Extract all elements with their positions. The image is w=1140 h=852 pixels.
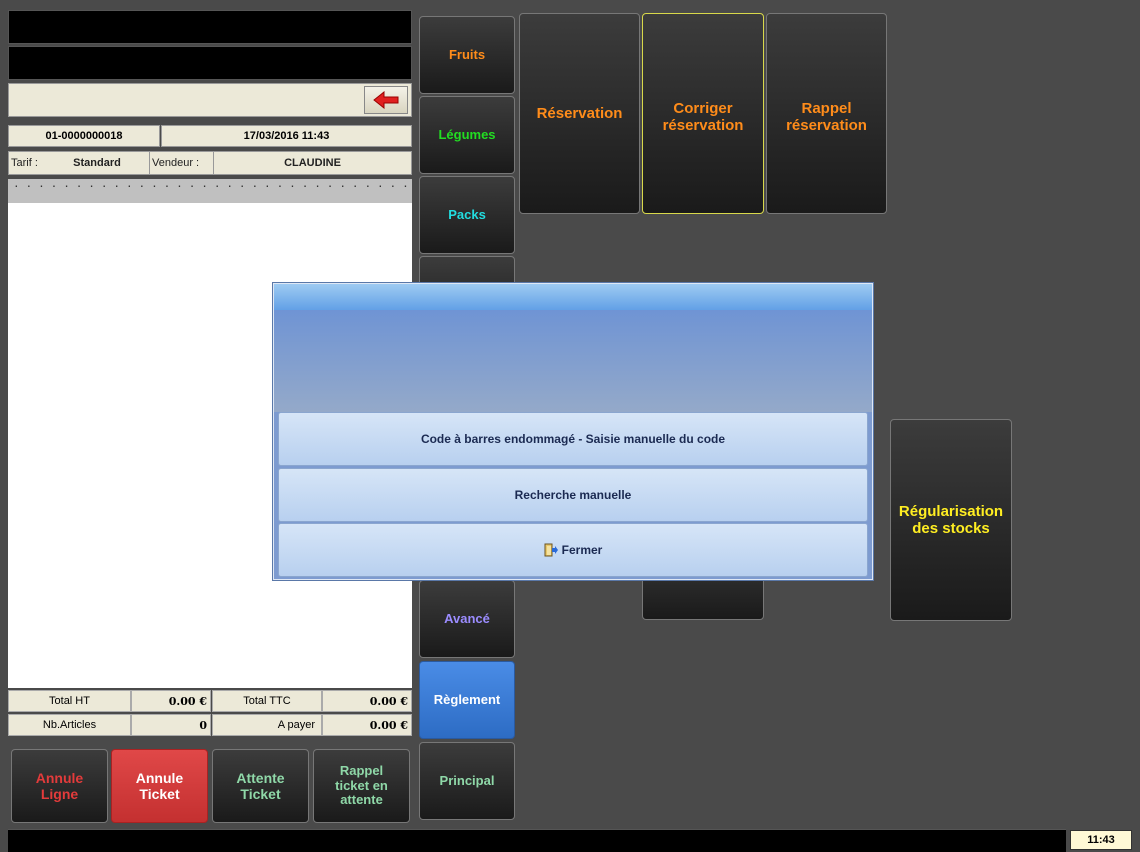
total-ht-label: Total HT <box>8 690 131 712</box>
category-packs[interactable]: Packs <box>419 176 515 254</box>
display-line-2 <box>8 46 412 80</box>
rappel-reservation-button[interactable]: Rappel réservation <box>766 13 887 214</box>
ticket-datetime: 17/03/2016 11:43 <box>161 125 412 147</box>
nb-articles-value: 0 <box>131 714 211 736</box>
search-dialog: Code à barres endommagé - Saisie manuell… <box>273 283 873 580</box>
ticket-number: 01-0000000018 <box>8 125 160 147</box>
vendeur-value: CLAUDINE <box>213 152 411 174</box>
exit-door-icon <box>544 543 558 557</box>
reservation-button[interactable]: Réservation <box>519 13 640 214</box>
display-line-1 <box>8 10 412 44</box>
category-avance[interactable]: Avancé <box>419 580 515 658</box>
a-payer-value: 0.00 € <box>322 714 412 736</box>
annule-ticket-button[interactable]: Annule Ticket <box>111 749 208 823</box>
vendeur-label: Vendeur : <box>149 152 211 174</box>
close-dialog-button[interactable]: Fermer <box>278 523 868 577</box>
tarif-value: Standard <box>47 152 147 174</box>
regularisation-stocks-button[interactable]: Régularisation des stocks <box>890 419 1012 621</box>
total-ht-value: 0.00 € <box>131 690 211 712</box>
tarif-label: Tarif : <box>9 152 47 174</box>
status-bar <box>8 829 1066 852</box>
ticket-separator: · · · · · · · · · · · · · · · · · · · · … <box>8 179 412 203</box>
damaged-barcode-button[interactable]: Code à barres endommagé - Saisie manuell… <box>278 412 868 466</box>
dialog-body <box>274 310 872 412</box>
total-ttc-label: Total TTC <box>212 690 322 712</box>
category-reglement[interactable]: Règlement <box>419 661 515 739</box>
backspace-button[interactable] <box>364 86 408 114</box>
barcode-input[interactable] <box>8 83 412 117</box>
nb-articles-label: Nb.Articles <box>8 714 131 736</box>
dialog-title-bar <box>274 284 872 310</box>
corriger-reservation-button[interactable]: Corriger réservation <box>642 13 764 214</box>
annule-ligne-button[interactable]: Annule Ligne <box>11 749 108 823</box>
close-dialog-label: Fermer <box>561 543 603 557</box>
ticket-meta-row: Tarif : Standard Vendeur : CLAUDINE <box>8 151 412 175</box>
clock: 11:43 <box>1070 830 1132 850</box>
category-legumes[interactable]: Légumes <box>419 96 515 174</box>
rappel-ticket-button[interactable]: Rappel ticket en attente <box>313 749 410 823</box>
category-fruits[interactable]: Fruits <box>419 16 515 94</box>
category-principal[interactable]: Principal <box>419 742 515 820</box>
total-ttc-value: 0.00 € <box>322 690 412 712</box>
manual-search-button[interactable]: Recherche manuelle <box>278 468 868 522</box>
attente-ticket-button[interactable]: Attente Ticket <box>212 749 309 823</box>
arrow-left-icon <box>373 91 399 109</box>
a-payer-label: A payer <box>212 714 322 736</box>
